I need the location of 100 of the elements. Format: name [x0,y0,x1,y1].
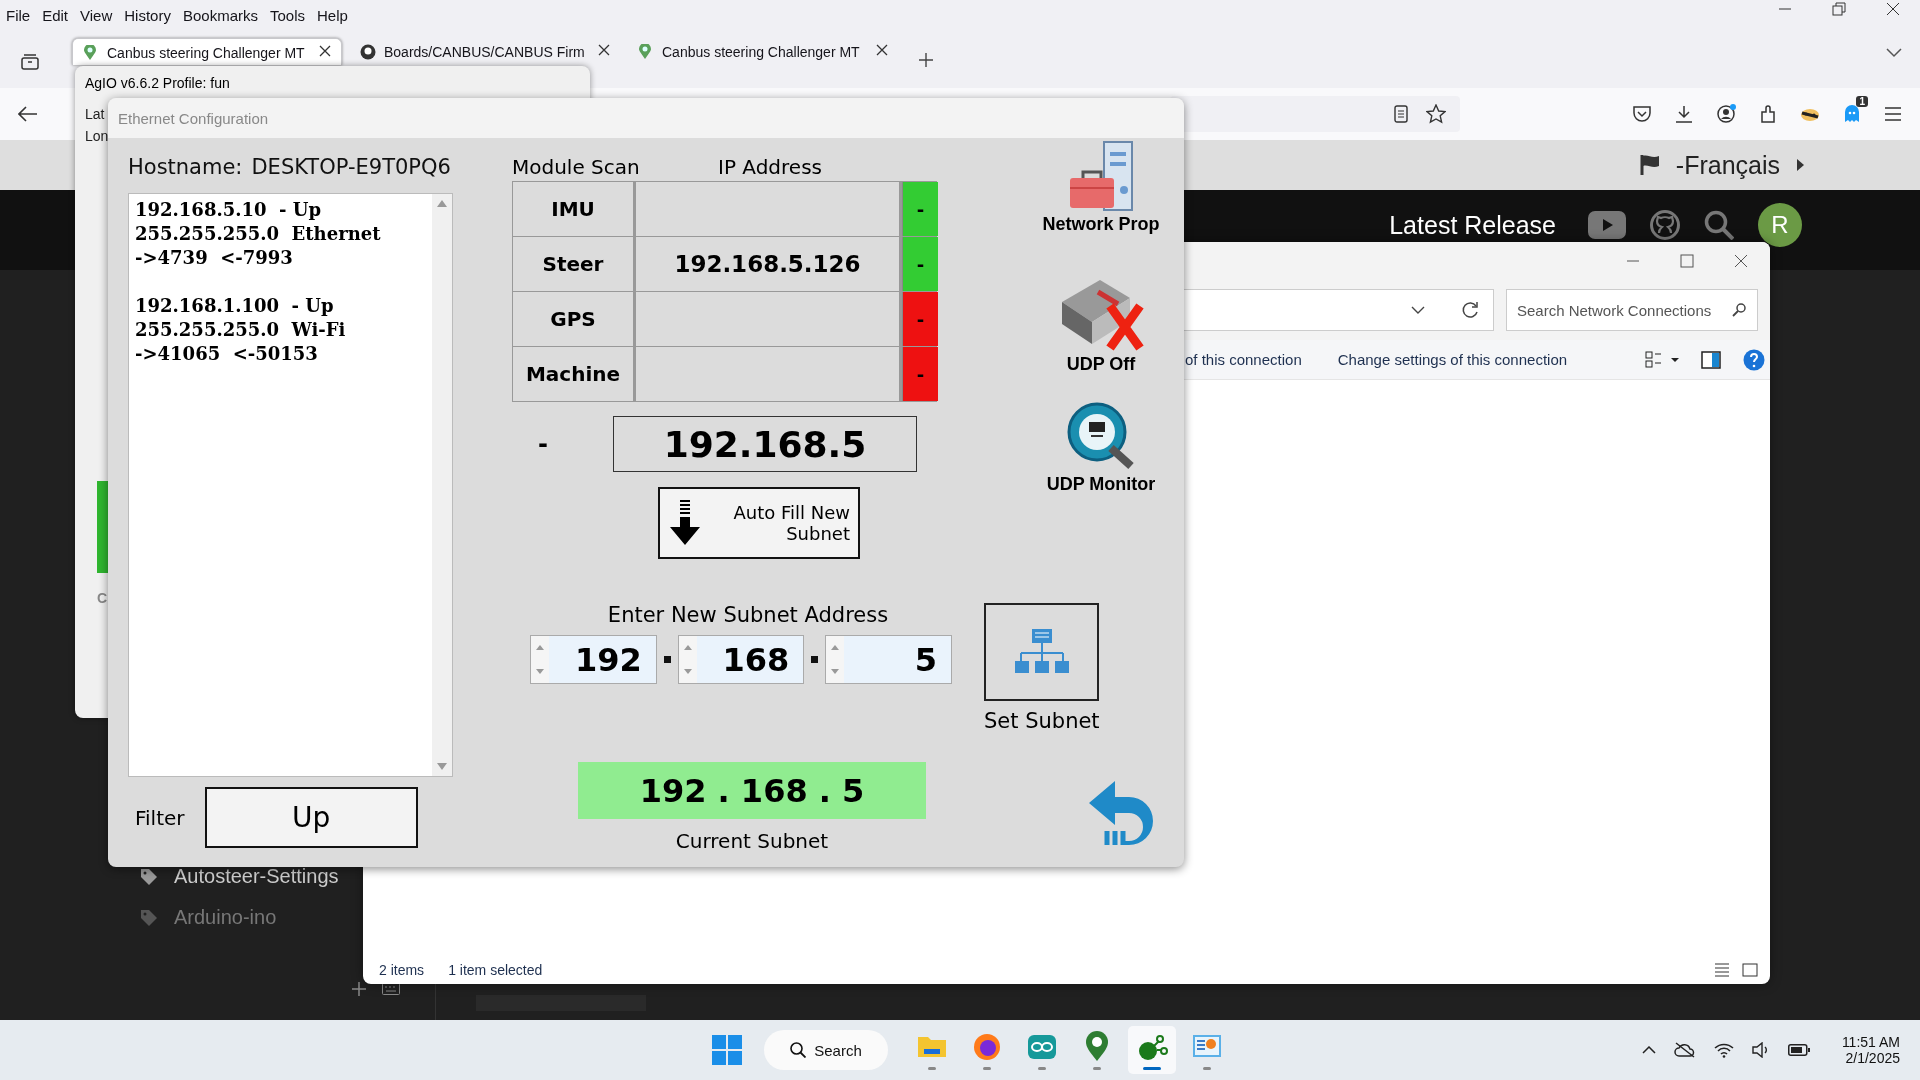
tool-button[interactable]: Network Prop [1026,140,1176,235]
set-subnet-label: Set Subnet [984,709,1099,733]
window-title: AgIO v6.6.2 Profile: fun [84,74,231,93]
set-subnet-button[interactable] [984,603,1099,701]
filter-label: Filter [135,805,185,830]
close-icon[interactable] [876,44,888,56]
flag-icon [1639,154,1660,176]
menu-item[interactable]: File [6,6,31,24]
command-button[interactable]: of this connection [1185,351,1302,368]
interface-list[interactable]: 192.168.5.10 - Up 255.255.255.0 Ethernet ->4739 <-7993 192.168.1.100 - Up 255.255.255.0 Wi-Fi ->41065 <-50153 [128,193,453,777]
hostname-value: DESKTOP-E9T0PQ6 [251,155,451,181]
tool-button[interactable]: UDP Off [1026,272,1176,375]
details-view-icon[interactable] [1714,963,1730,977]
view-options-icon[interactable] [1645,350,1680,369]
notification-badge: 1 [1856,96,1868,107]
spin-up-icon[interactable] [831,645,840,651]
search-icon[interactable] [1704,210,1734,240]
star-icon[interactable] [1426,104,1446,124]
current-subnet-value: 192 . 168 . 5 [578,762,926,819]
spin-up-icon[interactable] [536,645,544,651]
auto-fill-button[interactable]: Auto Fill New Subnet [658,487,860,559]
preview-pane-icon[interactable] [1701,350,1722,369]
tag-label[interactable]: Autosteer-Settings [174,865,339,888]
ip-address-cell: 192.168.5.126 [636,237,899,291]
reader-view-icon[interactable] [1394,105,1408,123]
status-indicator: - [902,347,938,401]
search-icon[interactable] [1732,303,1746,317]
section-label: Enter New Subnet Address [607,603,889,627]
new-tab-icon[interactable] [918,52,934,68]
menu-item[interactable]: Bookmarks [182,6,258,24]
list-line: ->41065 <-50153 [135,342,319,366]
tag-label[interactable]: Arduino-ino [174,906,277,929]
chevron-up-icon[interactable] [1641,1046,1656,1054]
cloud-off-icon[interactable] [1673,1042,1696,1058]
menu-item[interactable]: Edit [42,6,69,24]
chevron-down-icon[interactable] [1886,48,1902,58]
spin-down-icon[interactable] [536,668,544,674]
caret-icon[interactable] [1796,158,1805,172]
close-icon[interactable] [319,45,331,57]
status-indicator: - [902,292,938,346]
column-header: IP Address [718,155,822,181]
help-icon[interactable] [1743,348,1766,371]
restore-icon[interactable] [1832,2,1846,16]
map-pin-icon [638,44,654,60]
spin-buttons[interactable] [531,636,549,683]
search-icon [790,1042,807,1058]
chevron-down-icon[interactable] [1411,306,1425,314]
back-arrow-icon[interactable] [18,106,38,122]
ghost-icon[interactable] [1842,104,1862,124]
browser-tab[interactable]: Canbus steering Challenger MT [628,38,898,65]
pocket-icon[interactable] [1632,104,1652,124]
volume-icon[interactable] [1751,1042,1770,1058]
github-icon[interactable] [1650,210,1680,240]
refresh-icon[interactable] [1461,301,1479,319]
tag-icon [140,908,158,927]
close-icon[interactable] [1734,254,1748,268]
language-link[interactable]: -Français [1675,150,1780,180]
hostname-label: Hostname: [128,155,243,181]
menu-item[interactable]: History [124,6,171,24]
wifi-icon[interactable] [1713,1042,1734,1058]
taskbar-search[interactable]: Search [764,1030,888,1070]
column-header: Module Scan [512,155,641,181]
spin-down-icon[interactable] [831,668,840,674]
filter-field[interactable]: Up [204,787,418,848]
status-text: 2 items [379,962,425,978]
menu-item[interactable]: View [80,6,113,24]
list-line: 255.255.255.0 Ethernet [135,222,382,246]
close-icon[interactable] [1886,2,1900,16]
start-icon[interactable] [712,1035,742,1065]
account-icon[interactable] [1716,104,1736,124]
spin-buttons[interactable] [826,636,845,683]
module-name: IMU [513,182,633,236]
close-icon[interactable] [598,44,610,56]
menu-icon[interactable] [1884,107,1902,121]
spin-down-icon[interactable] [683,668,692,674]
spin-up-icon[interactable] [683,645,692,651]
battery-icon[interactable] [1787,1044,1810,1056]
header-link[interactable]: Latest Release [1389,210,1556,240]
field-label: Lat [85,106,105,122]
tool-button[interactable]: UDP Monitor [1026,400,1176,495]
github-icon [360,44,376,60]
extensions-icon[interactable] [1758,104,1778,124]
taskbar-app[interactable] [1128,1026,1176,1074]
video-play-icon[interactable] [1588,211,1626,239]
status-indicator: - [902,237,938,291]
menu-item[interactable]: Help [317,6,348,24]
tab-manager-icon[interactable] [21,53,39,70]
browser-tab[interactable]: Canbus steering Challenger MT [72,38,342,65]
plus-icon[interactable] [352,982,366,996]
current-subnet-label: Current Subnet [675,829,829,853]
tiles-view-icon[interactable] [1742,963,1758,977]
menu-item[interactable]: Tools [270,6,305,24]
command-button[interactable]: Change settings of this connection [1337,351,1568,368]
clock[interactable]: 11:51 AM 2/1/2025 [1841,1034,1900,1066]
search-field[interactable]: Search Network Connections [1506,289,1758,331]
keyboard-icon[interactable] [382,983,400,995]
field-label: C [97,590,108,606]
download-icon[interactable] [1674,104,1694,124]
browser-tab[interactable]: Boards/CANBUS/CANBUS Firm [350,38,620,65]
scan-dash: - [538,430,548,458]
